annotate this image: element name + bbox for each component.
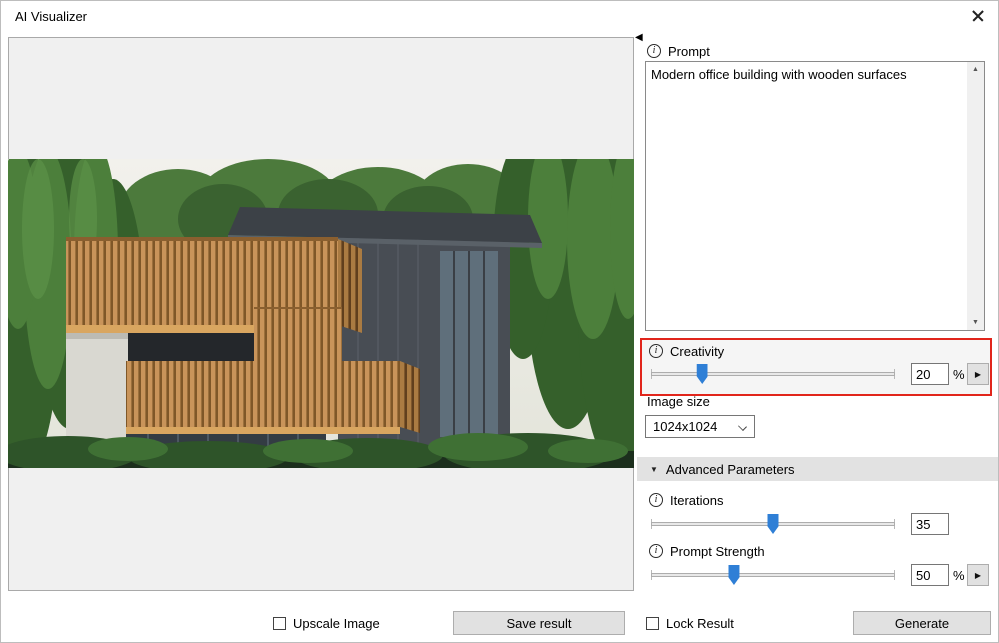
creativity-slider[interactable] <box>651 364 895 384</box>
expanded-chevron-icon: ▼ <box>650 464 658 474</box>
lock-result-checkbox[interactable] <box>646 616 659 630</box>
upscale-image-checkbox[interactable] <box>273 616 286 630</box>
scroll-up-icon[interactable]: ▲ <box>967 66 984 73</box>
info-icon: i <box>649 493 663 507</box>
generate-button[interactable]: Generate <box>853 611 991 635</box>
prompt-scrollbar[interactable]: ▲ ▼ <box>967 62 984 330</box>
lock-result-label: Lock Result <box>666 615 734 631</box>
iterations-slider-thumb[interactable] <box>767 514 779 534</box>
iterations-slider[interactable] <box>651 514 895 534</box>
scroll-down-icon[interactable]: ▼ <box>967 319 984 326</box>
info-icon: i <box>649 344 663 358</box>
iterations-input[interactable] <box>911 513 949 535</box>
image-size-dropdown[interactable]: 1024x1024 <box>645 415 755 438</box>
creativity-input[interactable] <box>911 363 949 385</box>
iterations-label: Iterations <box>670 492 724 508</box>
creativity-label-row: i Creativity <box>649 343 724 359</box>
prompt-strength-unit: % <box>953 568 965 583</box>
ai-visualizer-window: AI Visualizer ◀ i Prompt Modern office b… <box>0 0 999 643</box>
chevron-down-icon <box>738 422 747 431</box>
prompt-label: Prompt <box>668 43 710 59</box>
creativity-flyout-button[interactable]: ▶ <box>967 363 989 385</box>
prompt-text: Modern office building with wooden surfa… <box>651 67 907 82</box>
preview-image <box>8 159 634 468</box>
save-result-button[interactable]: Save result <box>453 611 625 635</box>
titlebar: AI Visualizer <box>1 1 998 31</box>
info-icon: i <box>649 544 663 558</box>
prompt-strength-label: Prompt Strength <box>670 543 765 559</box>
prompt-strength-label-row: i Prompt Strength <box>649 543 765 559</box>
prompt-strength-input[interactable] <box>911 564 949 586</box>
prompt-strength-flyout-button[interactable]: ▶ <box>967 564 989 586</box>
image-size-value: 1024x1024 <box>653 419 718 434</box>
image-size-label: Image size <box>647 394 710 409</box>
slider-track[interactable] <box>651 573 895 577</box>
prompt-strength-slider-thumb[interactable] <box>728 565 740 585</box>
creativity-slider-thumb[interactable] <box>696 364 708 384</box>
right-arrow-icon: ▶ <box>974 369 982 379</box>
info-icon: i <box>647 44 661 58</box>
close-icon[interactable] <box>970 8 986 24</box>
iterations-label-row: i Iterations <box>649 492 723 508</box>
preview-panel <box>8 37 634 591</box>
slider-track[interactable] <box>651 372 895 376</box>
right-arrow-icon: ▶ <box>974 570 982 580</box>
lock-result-checkbox-row[interactable]: Lock Result <box>646 615 734 631</box>
window-title: AI Visualizer <box>15 9 88 24</box>
creativity-unit: % <box>953 367 965 382</box>
creativity-label: Creativity <box>670 343 725 359</box>
collapse-panel-icon[interactable]: ◀ <box>635 32 643 43</box>
advanced-parameters-label: Advanced Parameters <box>665 461 795 477</box>
upscale-image-checkbox-row[interactable]: Upscale Image <box>273 615 380 631</box>
prompt-strength-slider[interactable] <box>651 565 895 585</box>
prompt-label-row: i Prompt <box>647 43 710 59</box>
advanced-parameters-header[interactable]: ▼ Advanced Parameters <box>637 457 998 481</box>
upscale-image-label: Upscale Image <box>293 615 380 631</box>
prompt-textarea[interactable]: Modern office building with wooden surfa… <box>645 61 985 331</box>
